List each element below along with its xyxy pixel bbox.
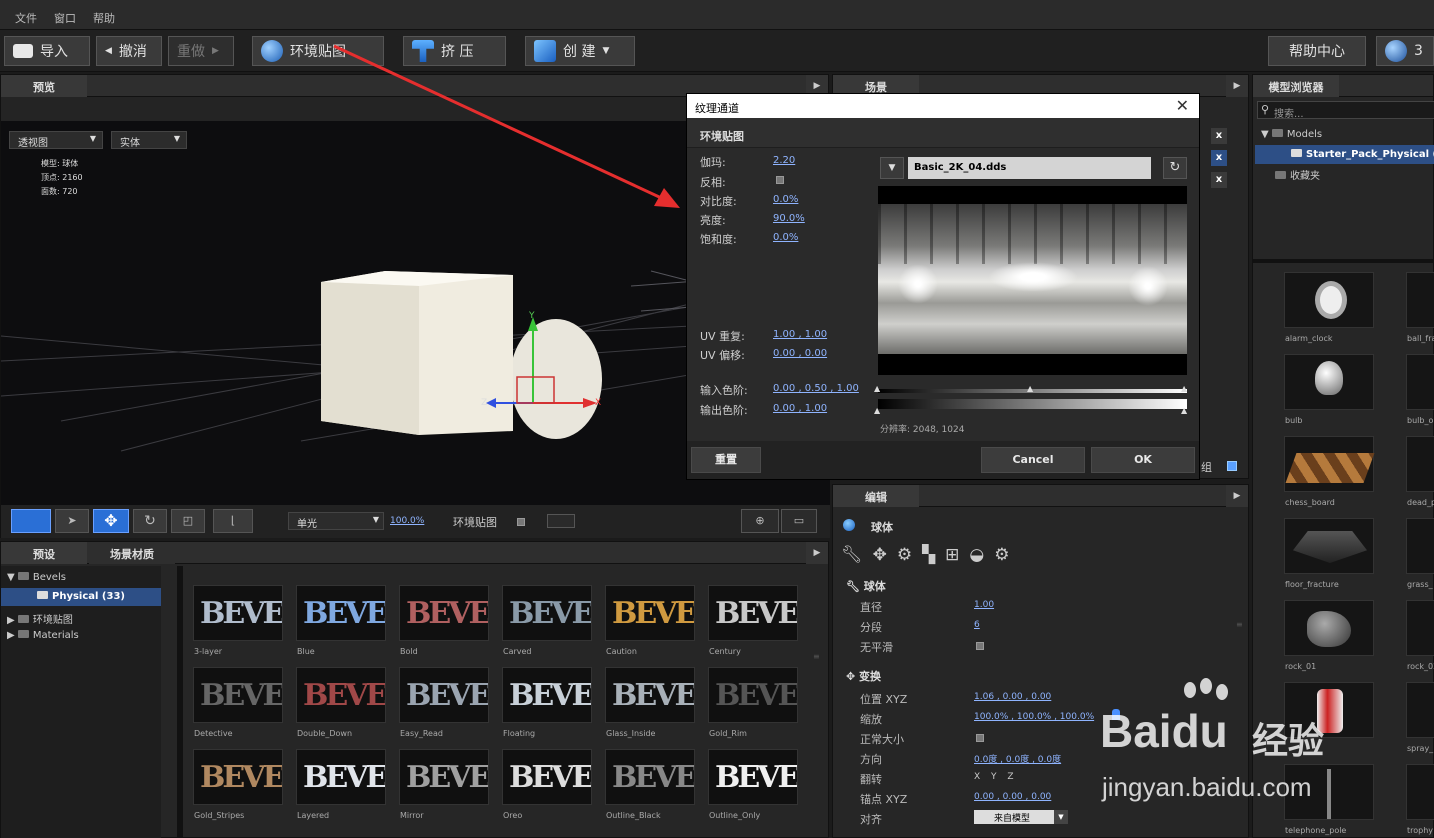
paw-icon [1174, 678, 1234, 742]
watermark-jingyan: 经验 [1252, 720, 1325, 761]
watermark-url: jingyan.baidu.com [1102, 772, 1312, 802]
